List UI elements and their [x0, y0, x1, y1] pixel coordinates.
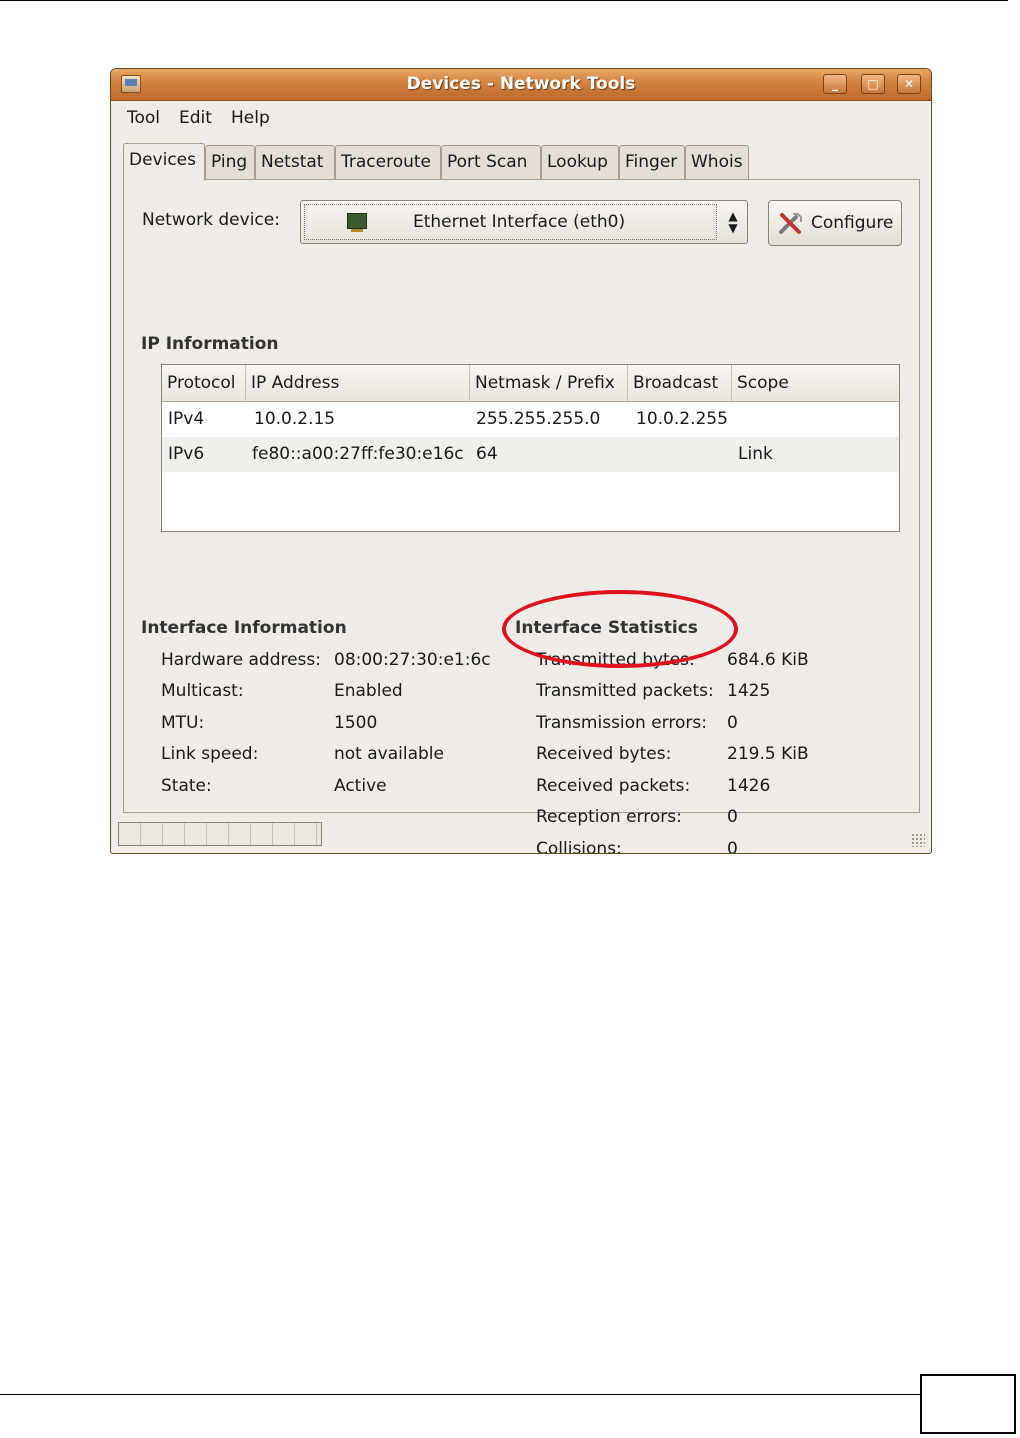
minimize-button[interactable]: _: [823, 74, 847, 94]
info-label: Link speed:: [161, 744, 259, 764]
info-value: not available: [334, 744, 444, 764]
cell-netmask: 255.255.255.0: [476, 409, 601, 429]
col-netmask[interactable]: Netmask / Prefix: [470, 365, 628, 401]
col-scope[interactable]: Scope: [732, 365, 899, 401]
tab-port-scan[interactable]: Port Scan: [441, 145, 541, 179]
tab-finger[interactable]: Finger: [619, 145, 685, 179]
stat-value: 1426: [727, 776, 771, 796]
cell-broadcast: 10.0.2.255: [636, 409, 728, 429]
cell-ip: 10.0.2.15: [254, 409, 336, 429]
page-footer-rule: [0, 1394, 920, 1395]
interface-information-title: Interface Information: [141, 618, 347, 638]
ip-information-title: IP Information: [141, 334, 279, 354]
col-protocol[interactable]: Protocol: [162, 365, 246, 401]
stat-value: 0: [727, 713, 738, 733]
highlight-ring-annotation: [502, 590, 738, 668]
tab-traceroute[interactable]: Traceroute: [335, 145, 441, 179]
tools-icon: [779, 213, 802, 234]
table-row[interactable]: IPv4 10.0.2.15 255.255.255.0 10.0.2.255: [162, 402, 899, 437]
stat-label: Transmitted packets:: [536, 681, 714, 701]
info-value: Active: [334, 776, 387, 796]
table-row[interactable]: IPv6 fe80::a00:27ff:fe30:e16c 64 Link: [162, 437, 899, 472]
info-label: State:: [161, 776, 212, 796]
info-value: 1500: [334, 713, 378, 733]
page-number-box: [920, 1374, 1016, 1434]
status-bar: [111, 815, 931, 853]
menu-bar: Tool Edit Help: [111, 101, 931, 133]
network-device-combo[interactable]: Ethernet Interface (eth0) ▲ ▼: [300, 200, 748, 244]
stat-label: Transmission errors:: [536, 713, 707, 733]
devices-panel: Network device: Ethernet Interface (eth0…: [123, 179, 920, 853]
network-card-icon: [347, 213, 367, 232]
stat-label: Received bytes:: [536, 744, 672, 764]
updown-arrows-icon: ▲ ▼: [728, 209, 738, 235]
info-value: Enabled: [334, 681, 403, 701]
configure-button[interactable]: Configure: [768, 200, 902, 246]
resize-grip-icon[interactable]: [911, 833, 925, 847]
cell-scope: Link: [738, 444, 773, 464]
title-bar[interactable]: Devices - Network Tools _ □ ✕: [111, 69, 931, 101]
close-button[interactable]: ✕: [897, 74, 921, 94]
network-device-selected: Ethernet Interface (eth0): [413, 212, 626, 232]
stat-value: 219.5 KiB: [727, 744, 809, 764]
cell-ip: fe80::a00:27ff:fe30:e16c: [252, 444, 464, 464]
col-ip-address[interactable]: IP Address: [246, 365, 470, 401]
progress-bar: [118, 822, 322, 846]
network-tools-window: Devices - Network Tools _ □ ✕ Tool Edit …: [110, 68, 932, 854]
tab-whois[interactable]: Whois: [685, 145, 749, 179]
window-title: Devices - Network Tools: [406, 74, 636, 94]
menu-edit[interactable]: Edit: [179, 108, 212, 128]
col-broadcast[interactable]: Broadcast: [628, 365, 732, 401]
ip-table[interactable]: Protocol IP Address Netmask / Prefix Bro…: [161, 364, 900, 532]
network-device-label: Network device:: [142, 210, 280, 230]
menu-tool[interactable]: Tool: [127, 108, 160, 128]
stat-value: 1425: [727, 681, 771, 701]
stat-value: 684.6 KiB: [727, 650, 809, 670]
page-header-rule: [0, 0, 1008, 1]
tab-lookup[interactable]: Lookup: [541, 145, 619, 179]
tab-netstat[interactable]: Netstat: [255, 145, 335, 179]
configure-label: Configure: [811, 213, 894, 233]
cell-protocol: IPv4: [168, 409, 205, 429]
cell-netmask: 64: [476, 444, 498, 464]
tab-ping[interactable]: Ping: [205, 145, 255, 179]
info-label: MTU:: [161, 713, 205, 733]
menu-help[interactable]: Help: [231, 108, 270, 128]
maximize-button[interactable]: □: [861, 74, 885, 94]
stat-label: Received packets:: [536, 776, 691, 796]
cell-protocol: IPv6: [168, 444, 205, 464]
info-label: Hardware address:: [161, 650, 321, 670]
info-value: 08:00:27:30:e1:6c: [334, 650, 491, 670]
ip-table-header: Protocol IP Address Netmask / Prefix Bro…: [162, 365, 899, 402]
info-label: Multicast:: [161, 681, 244, 701]
tab-devices[interactable]: Devices: [123, 143, 205, 181]
